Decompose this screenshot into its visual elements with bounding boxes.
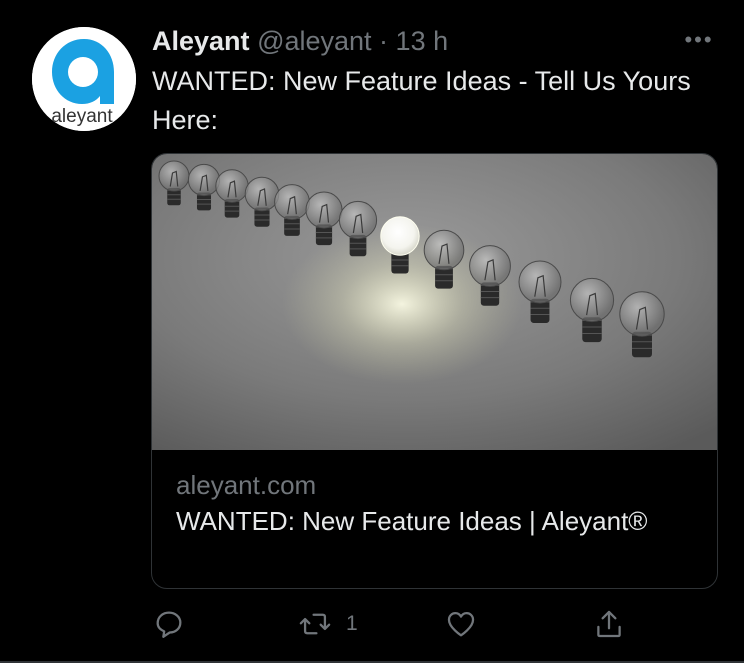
lightbulbs-image [152,154,717,450]
reply-button[interactable] [152,604,186,644]
retweet-button[interactable]: 1 [298,604,358,644]
card-body: aleyant.com WANTED: New Feature Ideas | … [176,468,696,539]
avatar[interactable]: aleyant [32,27,136,131]
share-icon [597,610,621,638]
retweet-count: 1 [346,612,358,635]
separator: · [371,26,396,56]
action-bar: 1 [152,604,632,644]
like-button[interactable] [444,604,478,644]
tweet-text: WANTED: New Feature Ideas - Tell Us Your… [152,66,691,135]
link-card[interactable]: aleyant.com WANTED: New Feature Ideas | … [151,153,718,589]
timestamp[interactable]: 13 h [396,26,449,56]
card-image[interactable] [152,154,717,450]
display-name[interactable]: Aleyant [152,26,250,56]
tweet-header: Aleyant @aleyant · 13 h [152,26,448,56]
card-domain: aleyant.com [176,470,317,500]
heart-icon [447,611,475,637]
card-title: WANTED: New Feature Ideas | Aleyant® [176,506,648,536]
aleyant-logo: aleyant [32,27,136,131]
handle[interactable]: @aleyant [257,26,371,56]
more-horizontal-icon[interactable]: ••• [683,29,715,51]
reply-icon [156,611,182,638]
logo-text: aleyant [51,106,113,127]
retweet-icon [299,613,331,635]
share-button[interactable] [592,604,626,644]
